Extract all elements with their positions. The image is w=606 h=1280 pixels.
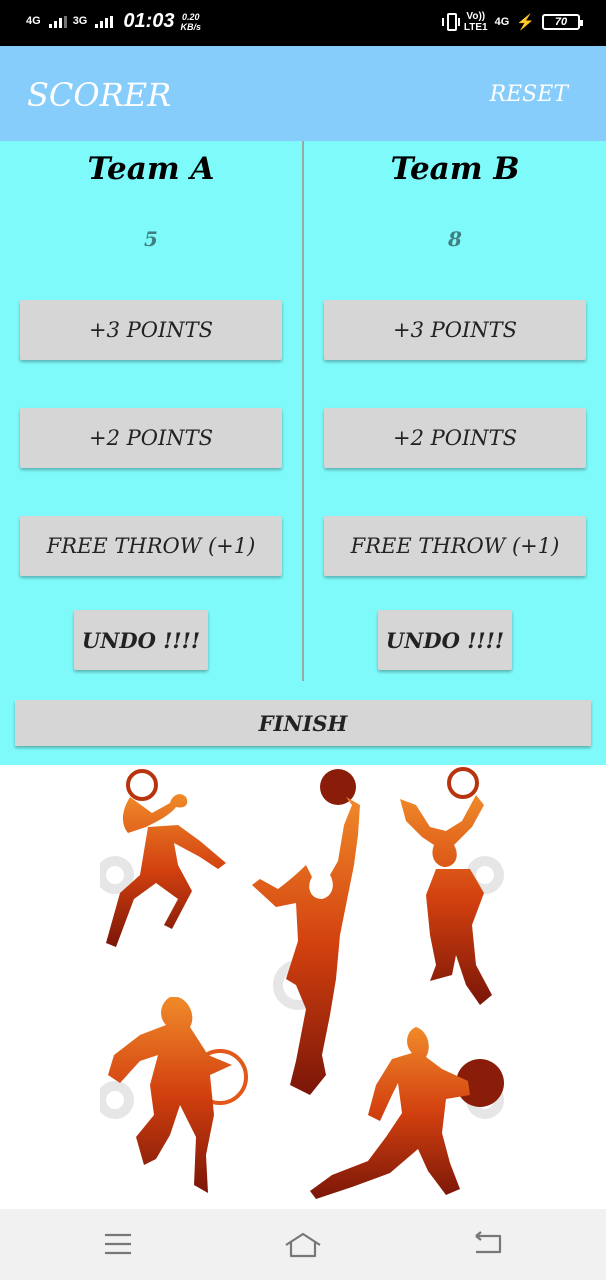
reset-button[interactable]: RESET bbox=[490, 82, 568, 107]
team-a-free-throw-button[interactable]: FREE THROW (+1) bbox=[20, 516, 282, 576]
team-a-score: 5 bbox=[144, 227, 158, 251]
volte-bottom: LTE1 bbox=[463, 22, 488, 33]
team-a-plus3-button[interactable]: +3 POINTS bbox=[20, 300, 282, 360]
volte-indicator: Vo)) LTE1 bbox=[464, 11, 488, 33]
team-b-plus3-button[interactable]: +3 POINTS bbox=[324, 300, 586, 360]
menu-icon[interactable] bbox=[103, 1231, 133, 1257]
basketball-players-illustration bbox=[100, 767, 504, 1199]
battery-icon: 70 bbox=[542, 14, 583, 30]
status-bar: 4G 3G 01:03 0.20 KB/s Vo)) LTE1 4G ⚡ 70 bbox=[0, 0, 606, 46]
signal-bars-icon bbox=[48, 15, 67, 28]
navigation-bar bbox=[0, 1209, 606, 1280]
team-b-name: Team B bbox=[390, 151, 520, 187]
vibrate-icon bbox=[441, 13, 460, 31]
clock: 01:03 bbox=[123, 10, 175, 32]
speed-unit: KB/s bbox=[180, 21, 202, 32]
player-figure bbox=[400, 767, 492, 1005]
finish-button[interactable]: FINISH bbox=[15, 700, 591, 746]
team-a-name: Team A bbox=[87, 151, 215, 187]
signal-3g-label: 3G bbox=[72, 15, 88, 27]
speed-value: 0.20 bbox=[182, 11, 200, 22]
signal-4g-label: 4G bbox=[26, 15, 41, 27]
team-b-free-throw-button[interactable]: FREE THROW (+1) bbox=[324, 516, 586, 576]
network-speed: 0.20 KB/s bbox=[181, 12, 202, 32]
score-panel: Team A 5 +3 POINTS +2 POINTS FREE THROW … bbox=[0, 141, 606, 765]
signal-4g-label: 4G bbox=[494, 15, 510, 28]
app-bar: SCORER RESET bbox=[0, 46, 606, 141]
player-figure bbox=[252, 769, 360, 1095]
home-icon[interactable] bbox=[283, 1231, 323, 1259]
team-b-undo-button[interactable]: UNDO !!!! bbox=[378, 610, 512, 670]
app-title: SCORER bbox=[27, 76, 172, 114]
team-a-plus2-button[interactable]: +2 POINTS bbox=[20, 408, 282, 468]
team-b-plus2-button[interactable]: +2 POINTS bbox=[324, 408, 586, 468]
signal-bars-icon bbox=[95, 15, 114, 28]
battery-level: 70 bbox=[554, 16, 568, 28]
charging-icon: ⚡ bbox=[516, 14, 535, 31]
team-b-score: 8 bbox=[448, 227, 462, 251]
team-b-column: Team B 8 +3 POINTS +2 POINTS FREE THROW … bbox=[304, 141, 606, 681]
back-icon[interactable] bbox=[472, 1231, 504, 1257]
team-a-column: Team A 5 +3 POINTS +2 POINTS FREE THROW … bbox=[0, 141, 302, 681]
team-a-undo-button[interactable]: UNDO !!!! bbox=[74, 610, 208, 670]
volte-top: Vo)) bbox=[466, 11, 486, 22]
